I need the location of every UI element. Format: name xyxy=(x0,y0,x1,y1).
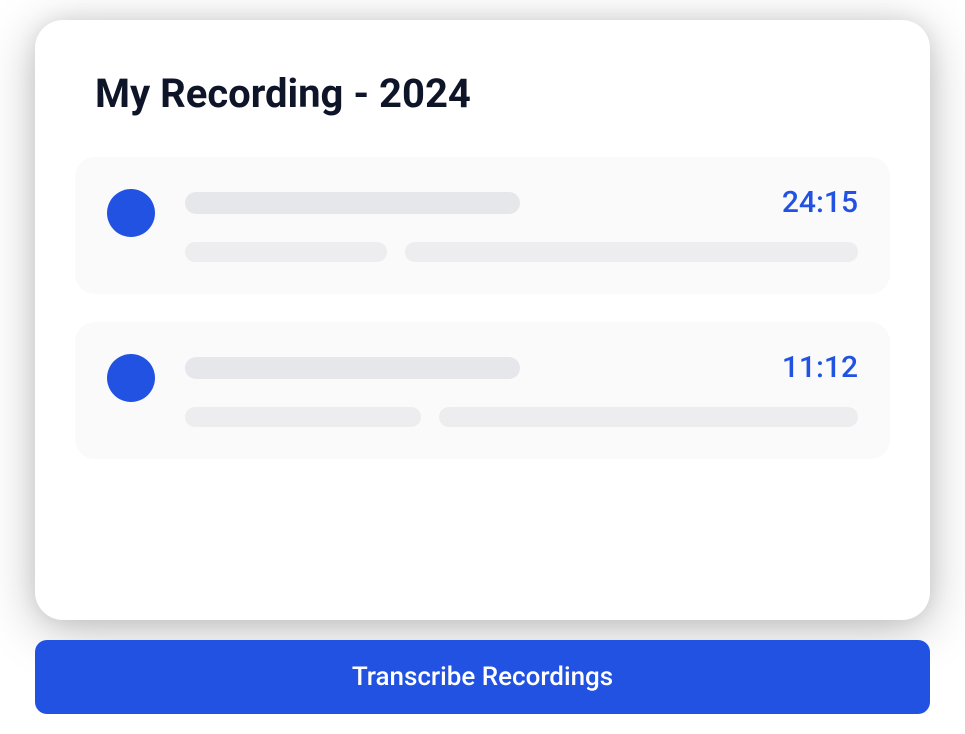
recording-item-body xyxy=(185,407,858,427)
recordings-card: My Recording - 2024 24:15 xyxy=(35,20,930,620)
transcribe-button[interactable]: Transcribe Recordings xyxy=(35,640,930,714)
recording-item[interactable]: 11:12 xyxy=(75,322,890,459)
skeleton-placeholder xyxy=(185,242,387,262)
recording-item-content: 11:12 xyxy=(185,350,858,427)
skeleton-placeholder xyxy=(439,407,858,427)
skeleton-placeholder xyxy=(185,192,520,214)
skeleton-placeholder xyxy=(185,407,421,427)
skeleton-placeholder xyxy=(405,242,858,262)
recording-item-header: 11:12 xyxy=(185,350,858,385)
recording-list: 24:15 11:12 xyxy=(75,157,890,459)
recording-item-header: 24:15 xyxy=(185,185,858,220)
recording-item-body xyxy=(185,242,858,262)
avatar-icon xyxy=(107,354,155,402)
recording-item-content: 24:15 xyxy=(185,185,858,262)
page-title: My Recording - 2024 xyxy=(75,70,890,117)
recording-item[interactable]: 24:15 xyxy=(75,157,890,294)
skeleton-placeholder xyxy=(185,357,520,379)
recording-duration: 24:15 xyxy=(782,185,858,220)
recording-duration: 11:12 xyxy=(782,350,858,385)
avatar-icon xyxy=(107,189,155,237)
